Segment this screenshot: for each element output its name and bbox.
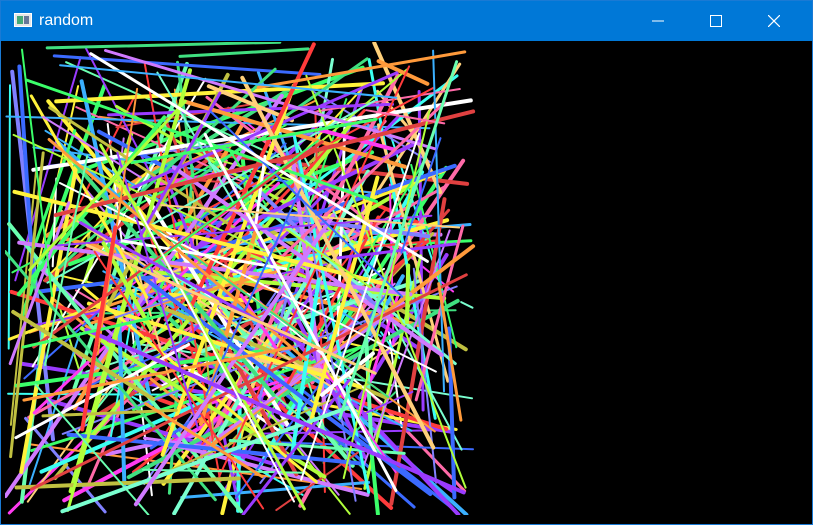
close-icon [768, 15, 780, 27]
maximize-button[interactable] [687, 1, 745, 41]
title-bar[interactable]: random [1, 1, 812, 41]
canvas-area[interactable] [5, 42, 805, 515]
random-lines-canvas [5, 42, 476, 515]
minimize-button[interactable] [629, 1, 687, 41]
maximize-icon [710, 15, 722, 27]
random-line [460, 301, 474, 309]
random-line [45, 42, 282, 50]
random-line [178, 47, 310, 58]
random-line [116, 305, 127, 491]
window-title: random [39, 12, 94, 29]
random-line [7, 84, 11, 350]
random-line [404, 263, 411, 325]
minimize-icon [652, 20, 664, 22]
app-window: random [0, 0, 813, 525]
close-button[interactable] [745, 1, 803, 41]
app-icon [14, 13, 32, 27]
